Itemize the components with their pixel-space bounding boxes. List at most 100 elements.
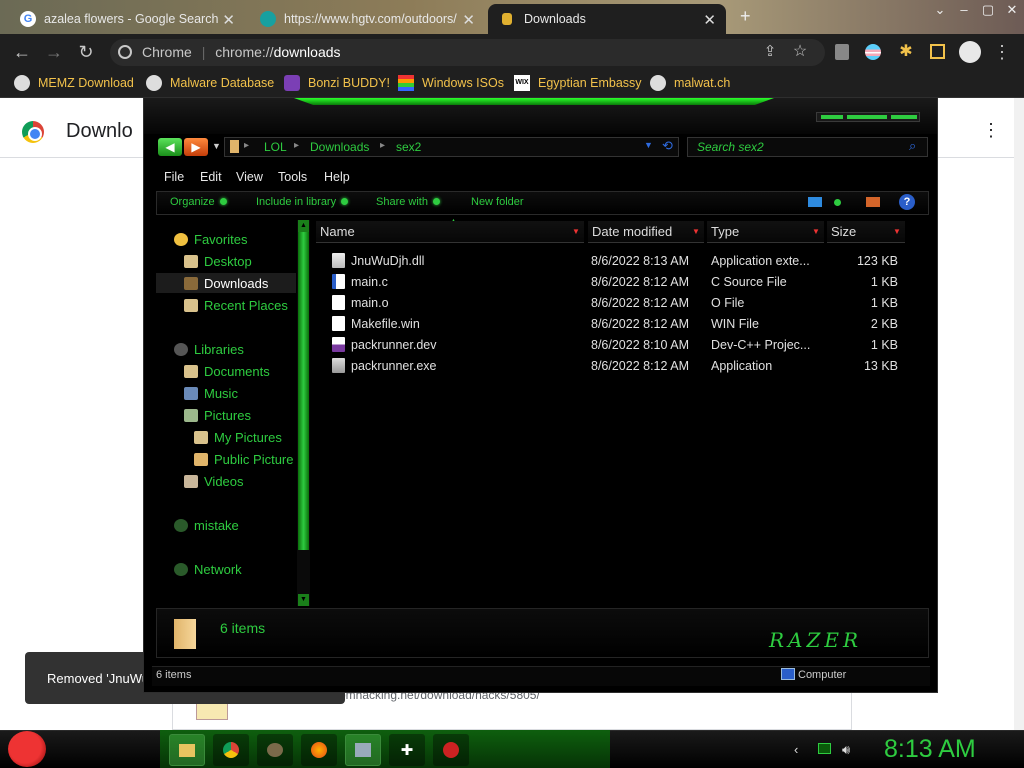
menu-help[interactable]: Help bbox=[324, 170, 350, 184]
tab-downloads[interactable]: Downloads ✕ bbox=[488, 4, 726, 34]
scroll-thumb[interactable] bbox=[298, 232, 309, 550]
help-icon[interactable]: ? bbox=[899, 194, 915, 210]
page-menu-icon[interactable]: ⋮ bbox=[982, 120, 1000, 141]
bookmark-memz[interactable]: MEMZ Download bbox=[14, 75, 134, 91]
maximize-icon[interactable]: ▢ bbox=[976, 0, 1000, 20]
change-view-icon[interactable] bbox=[808, 197, 822, 207]
volume-icon[interactable]: 🔊︎ bbox=[842, 742, 850, 758]
devcpp-icon[interactable] bbox=[433, 734, 469, 766]
menu-tools[interactable]: Tools bbox=[278, 170, 307, 184]
forward-icon[interactable]: → bbox=[42, 40, 66, 64]
nav-network[interactable]: Network bbox=[174, 559, 242, 579]
nav-videos[interactable]: Videos bbox=[184, 471, 244, 491]
preview-pane-icon[interactable] bbox=[866, 197, 880, 207]
new-tab-button[interactable]: + bbox=[740, 6, 751, 27]
tab-google-search[interactable]: G azalea flowers - Google Search ✕ bbox=[10, 4, 245, 34]
file-row[interactable]: main.c 8/6/2022 8:12 AM C Source File 1 … bbox=[330, 272, 910, 293]
share-icon[interactable]: ⇪ bbox=[758, 40, 782, 64]
nav-desktop[interactable]: Desktop bbox=[184, 251, 252, 271]
share-with-button[interactable]: Share with bbox=[376, 196, 440, 208]
bookmark-star-icon[interactable]: ☆ bbox=[788, 40, 812, 64]
address-bar[interactable] bbox=[224, 137, 679, 157]
column-size[interactable]: Size ▼ bbox=[827, 221, 905, 243]
tray-arrow-icon[interactable]: ‹ bbox=[794, 742, 798, 757]
organize-button[interactable]: Organize bbox=[170, 196, 227, 208]
menu-file[interactable]: File bbox=[164, 170, 184, 184]
breadcrumb-lol[interactable]: LOL bbox=[264, 140, 287, 154]
crumb-separator-icon: ▸ bbox=[380, 140, 386, 151]
bookmark-windows-isos[interactable]: Windows ISOs bbox=[398, 75, 504, 91]
side-panel-icon[interactable] bbox=[930, 44, 945, 59]
reload-icon[interactable]: ↻ bbox=[74, 40, 98, 64]
new-folder-button[interactable]: New folder bbox=[471, 196, 524, 208]
nav-documents[interactable]: Documents bbox=[184, 361, 270, 381]
close-icon[interactable]: ✕ bbox=[462, 11, 475, 29]
column-date-modified[interactable]: Date modified ▼ bbox=[588, 221, 704, 243]
close-window-icon[interactable]: ✕ bbox=[1000, 0, 1024, 20]
tab-hgtv[interactable]: https://www.hgtv.com/outdoors/ ✕ bbox=[250, 4, 485, 34]
bookmark-malwatch[interactable]: malwat.ch bbox=[650, 75, 730, 91]
scroll-up-icon[interactable]: ▲ bbox=[298, 220, 309, 232]
bookmark-malware-database[interactable]: Malware Database bbox=[146, 75, 274, 91]
nav-my-pictures[interactable]: My Pictures bbox=[194, 427, 282, 447]
tab-search-icon[interactable]: ⌄ bbox=[928, 0, 952, 20]
file-row[interactable]: packrunner.dev 8/6/2022 8:10 AM Dev-C++ … bbox=[330, 335, 910, 356]
minimize-icon[interactable] bbox=[821, 115, 843, 119]
column-name[interactable]: Name ▼ bbox=[316, 221, 584, 243]
profile-avatar-icon[interactable] bbox=[959, 41, 981, 63]
history-dropdown-icon[interactable]: ▼ bbox=[212, 141, 221, 151]
paint-icon[interactable] bbox=[257, 734, 293, 766]
address-dropdown-icon[interactable]: ▼ bbox=[644, 140, 653, 150]
file-row[interactable]: main.o 8/6/2022 8:12 AM O File 1 KB bbox=[330, 293, 910, 314]
nav-libraries[interactable]: Libraries bbox=[174, 339, 244, 359]
view-options-icon[interactable] bbox=[834, 199, 841, 206]
explorer-icon[interactable] bbox=[169, 734, 205, 766]
minimize-icon[interactable]: – bbox=[952, 0, 976, 20]
file-row[interactable]: JnuWuDjh.dll 8/6/2022 8:13 AM Applicatio… bbox=[330, 251, 910, 272]
extension-flag-icon[interactable] bbox=[865, 44, 881, 60]
breadcrumb-downloads[interactable]: Downloads bbox=[310, 140, 369, 154]
start-button-icon[interactable] bbox=[8, 731, 46, 767]
close-window-icon[interactable] bbox=[891, 115, 917, 119]
include-in-library-button[interactable]: Include in library bbox=[256, 196, 349, 208]
search-icon[interactable]: ⌕ bbox=[909, 138, 916, 154]
back-icon[interactable]: ← bbox=[10, 40, 34, 64]
file-row[interactable]: packrunner.exe 8/6/2022 8:12 AM Applicat… bbox=[330, 356, 910, 377]
column-dropdown-icon: ▼ bbox=[692, 227, 700, 236]
nav-pictures[interactable]: Pictures bbox=[184, 405, 251, 425]
pictures-icon bbox=[184, 408, 198, 422]
homegroup-icon bbox=[174, 518, 188, 532]
back-button[interactable]: ◀ bbox=[158, 138, 182, 156]
menu-edit[interactable]: Edit bbox=[200, 170, 222, 184]
game-icon[interactable]: ✚ bbox=[389, 734, 425, 766]
menu-view[interactable]: View bbox=[236, 170, 263, 184]
column-type[interactable]: Type ▼ bbox=[707, 221, 824, 243]
menu-kebab-icon[interactable]: ⋮ bbox=[990, 40, 1014, 64]
nav-recent-places[interactable]: Recent Places bbox=[184, 295, 288, 315]
bookmark-bonzi[interactable]: Bonzi BUDDY! bbox=[284, 75, 390, 91]
maximize-icon[interactable] bbox=[847, 115, 887, 119]
nav-downloads[interactable]: Downloads bbox=[156, 273, 296, 293]
taskbar-clock[interactable]: 8:13 AM bbox=[884, 735, 976, 764]
file-row[interactable]: Makefile.win 8/6/2022 8:12 AM WIN File 2… bbox=[330, 314, 910, 335]
nav-public-pictures[interactable]: Public Picture bbox=[194, 449, 293, 469]
page-scrollbar[interactable] bbox=[1014, 98, 1024, 730]
nav-mistake[interactable]: mistake bbox=[174, 515, 239, 535]
close-icon[interactable]: ✕ bbox=[703, 11, 716, 29]
forward-button[interactable]: ▶ bbox=[184, 138, 208, 156]
tray-battery-icon[interactable] bbox=[818, 743, 831, 754]
chrome-icon[interactable] bbox=[213, 734, 249, 766]
tab-title: https://www.hgtv.com/outdoors/ bbox=[284, 12, 457, 26]
scroll-down-icon[interactable]: ▼ bbox=[298, 594, 309, 606]
firefox-icon[interactable] bbox=[301, 734, 337, 766]
breadcrumb-sex2[interactable]: sex2 bbox=[396, 140, 421, 154]
refresh-icon[interactable]: ⟲ bbox=[662, 138, 673, 154]
close-icon[interactable]: ✕ bbox=[222, 11, 235, 29]
bookmark-egyptian-embassy[interactable]: WIX Egyptian Embassy bbox=[514, 75, 642, 91]
downloads-icon bbox=[502, 13, 512, 25]
nav-music[interactable]: Music bbox=[184, 383, 238, 403]
control-panel-icon[interactable] bbox=[345, 734, 381, 766]
extensions-puzzle-icon[interactable]: ✱ bbox=[894, 40, 918, 64]
nav-favorites[interactable]: Favorites bbox=[174, 229, 247, 249]
extension-ublock-icon[interactable] bbox=[835, 44, 849, 60]
